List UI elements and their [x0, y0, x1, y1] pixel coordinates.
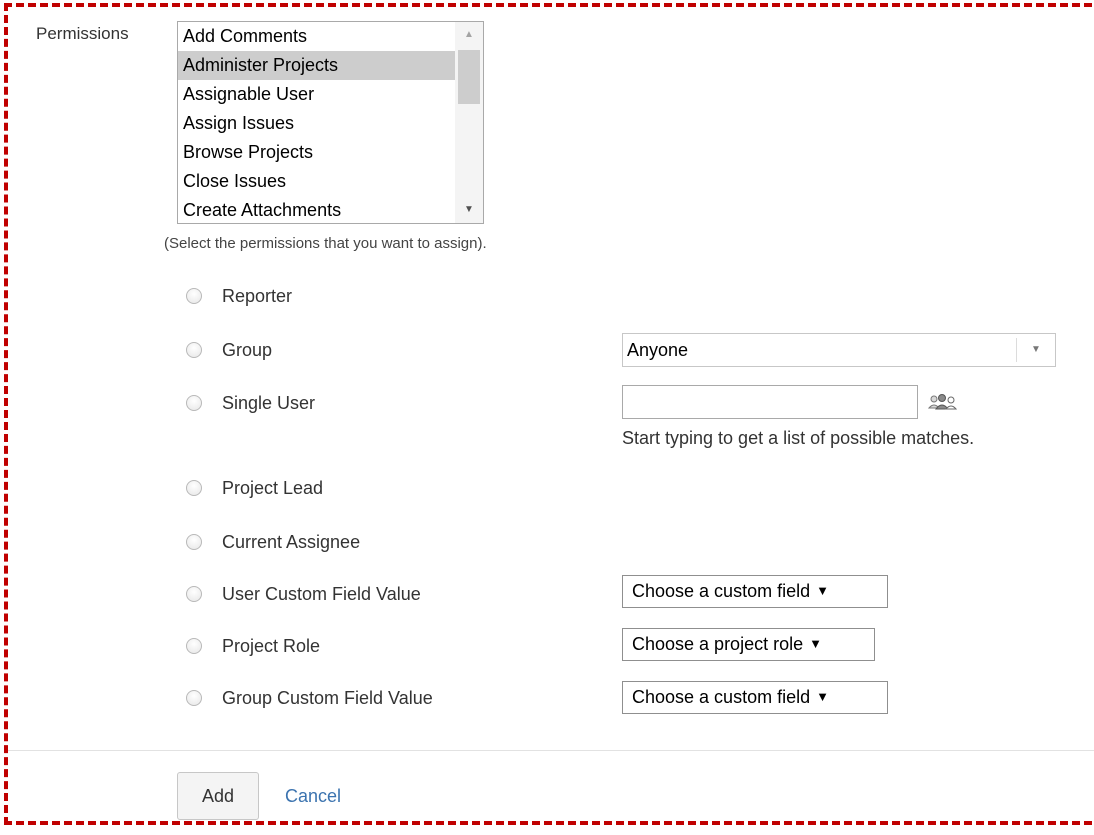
single-user-input[interactable]: [622, 385, 918, 419]
radio-row-reporter[interactable]: Reporter: [186, 286, 292, 306]
radio-label-group-custom-field: Group Custom Field Value: [222, 687, 433, 708]
permissions-label: Permissions: [36, 24, 129, 43]
radio-user-custom-field[interactable]: [186, 586, 202, 602]
scroll-down-arrow-icon[interactable]: ▼: [455, 200, 483, 220]
user-custom-field-select-value: Choose a custom field: [632, 581, 811, 601]
permission-option[interactable]: Add Comments: [178, 22, 455, 51]
radio-label-user-custom-field: User Custom Field Value: [222, 583, 421, 604]
permissions-hint: (Select the permissions that you want to…: [164, 235, 487, 252]
radio-row-group-custom-field[interactable]: Group Custom Field Value: [186, 688, 433, 708]
group-custom-field-select[interactable]: Choose a custom field ▼: [622, 681, 888, 714]
radio-label-project-lead: Project Lead: [222, 477, 324, 498]
project-role-select[interactable]: Choose a project role ▼: [622, 628, 875, 661]
group-custom-field-select-value: Choose a custom field: [632, 687, 811, 707]
permissions-listbox[interactable]: Add Comments Administer Projects Assigna…: [177, 21, 484, 224]
users-icon[interactable]: [926, 392, 960, 412]
footer-divider: [8, 750, 1094, 751]
radio-label-reporter: Reporter: [222, 285, 293, 306]
highlight-frame: [4, 3, 1094, 825]
scroll-up-arrow-icon[interactable]: ▲: [455, 25, 483, 45]
radio-row-project-role[interactable]: Project Role: [186, 636, 320, 656]
add-button[interactable]: Add: [177, 772, 259, 820]
radio-current-assignee[interactable]: [186, 534, 202, 550]
chevron-down-icon[interactable]: ▼: [1016, 338, 1055, 362]
group-select[interactable]: Anyone ▼: [622, 333, 1056, 367]
permission-option[interactable]: Assign Issues: [178, 109, 455, 138]
scrollbar-thumb[interactable]: [458, 50, 480, 104]
radio-row-current-assignee[interactable]: Current Assignee: [186, 532, 360, 552]
radio-project-lead[interactable]: [186, 480, 202, 496]
radio-reporter[interactable]: [186, 288, 202, 304]
radio-label-project-role: Project Role: [222, 635, 321, 656]
radio-label-current-assignee: Current Assignee: [222, 531, 361, 552]
radio-label-group: Group: [222, 339, 273, 360]
radio-single-user[interactable]: [186, 395, 202, 411]
radio-row-single-user[interactable]: Single User: [186, 393, 315, 413]
caret-down-icon: ▼: [816, 689, 829, 704]
radio-group-custom-field[interactable]: [186, 690, 202, 706]
permission-option[interactable]: Close Issues: [178, 167, 455, 196]
radio-label-single-user: Single User: [222, 392, 316, 413]
single-user-help-text: Start typing to get a list of possible m…: [622, 428, 975, 448]
permission-option[interactable]: Assignable User: [178, 80, 455, 109]
listbox-scrollbar[interactable]: ▲ ▼: [455, 22, 483, 223]
permission-option[interactable]: Create Attachments: [178, 196, 455, 223]
user-custom-field-select[interactable]: Choose a custom field ▼: [622, 575, 888, 608]
radio-row-user-custom-field[interactable]: User Custom Field Value: [186, 584, 421, 604]
caret-down-icon: ▼: [809, 636, 822, 651]
radio-project-role[interactable]: [186, 638, 202, 654]
radio-row-group[interactable]: Group: [186, 340, 272, 360]
group-select-value: Anyone: [627, 340, 689, 360]
radio-row-project-lead[interactable]: Project Lead: [186, 478, 323, 498]
permission-option[interactable]: Browse Projects: [178, 138, 455, 167]
cancel-link[interactable]: Cancel: [285, 786, 341, 807]
caret-down-icon: ▼: [816, 583, 829, 598]
project-role-select-value: Choose a project role: [632, 634, 804, 654]
radio-group[interactable]: [186, 342, 202, 358]
permissions-options: Add Comments Administer Projects Assigna…: [178, 22, 455, 223]
permission-option-selected[interactable]: Administer Projects: [178, 51, 455, 80]
